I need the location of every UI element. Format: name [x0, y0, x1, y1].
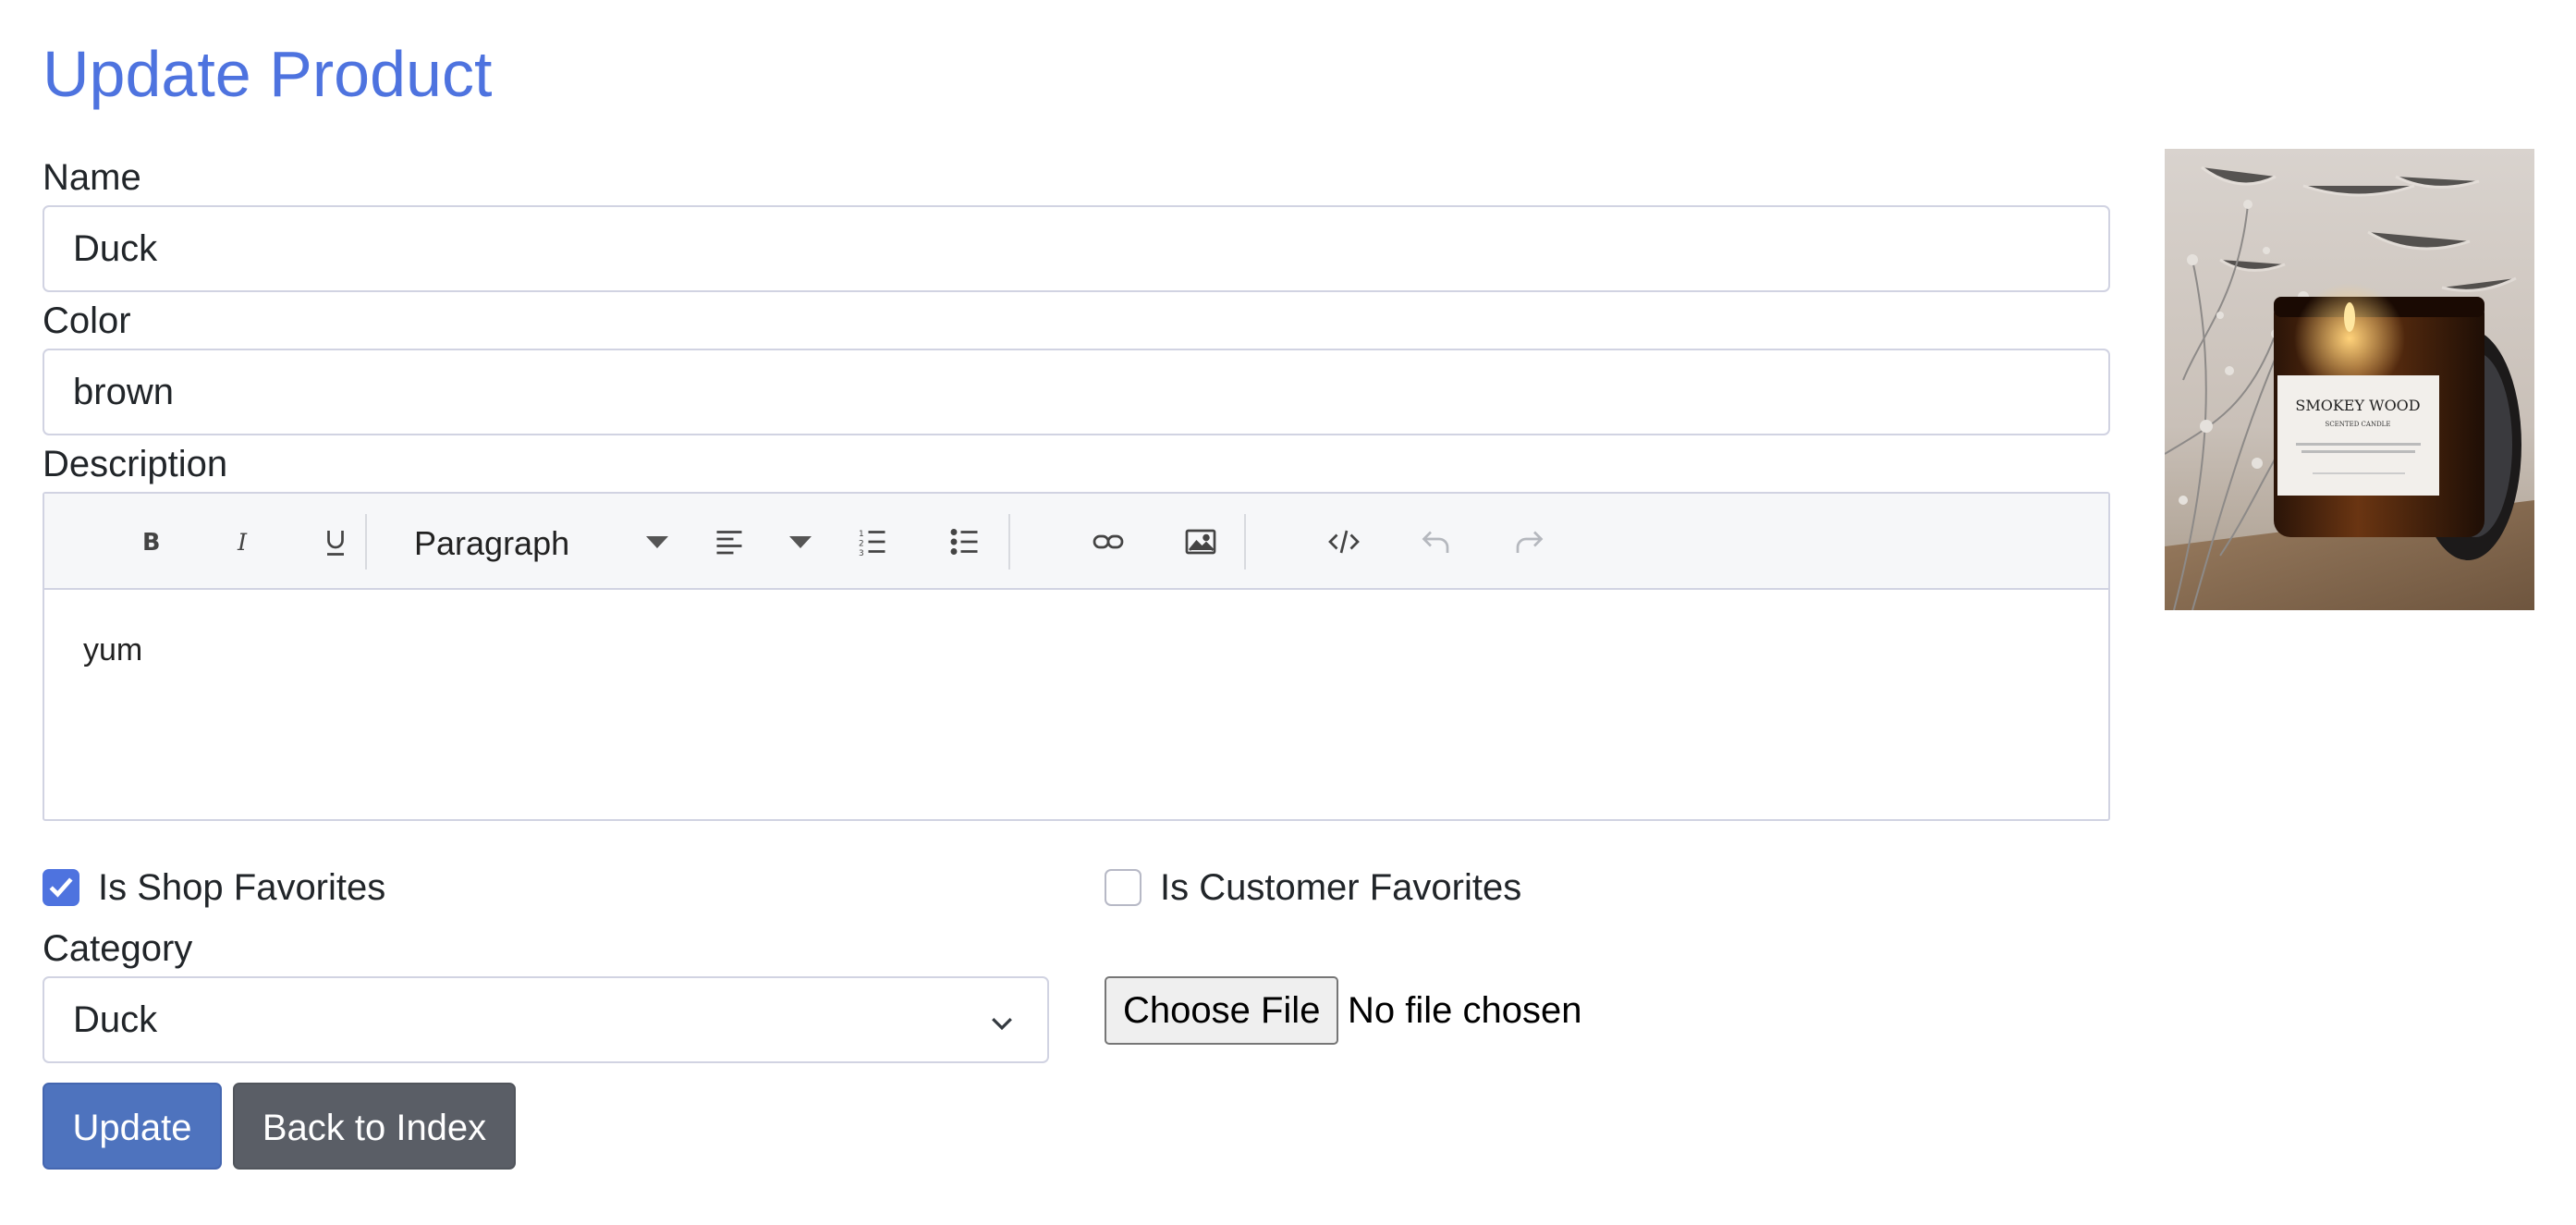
page-title: Update Product: [43, 38, 493, 110]
redo-icon[interactable]: [1501, 514, 1557, 570]
editor-content[interactable]: yum: [83, 632, 142, 668]
name-label: Name: [43, 157, 141, 198]
svg-text:1: 1: [859, 530, 864, 539]
description-editor: B I Paragraph 123 yum: [43, 492, 2110, 821]
category-select[interactable]: Duck: [43, 976, 1049, 1063]
choose-file-button[interactable]: Choose File: [1105, 976, 1339, 1045]
chevron-down-icon: [992, 1017, 1012, 1031]
code-icon[interactable]: [1316, 514, 1372, 570]
block-format-label: Paragraph: [414, 524, 570, 562]
numbered-list-icon[interactable]: 123: [845, 514, 900, 570]
color-label: Color: [43, 300, 131, 341]
block-format-select[interactable]: Paragraph: [414, 516, 569, 571]
back-to-index-button[interactable]: Back to Index: [233, 1083, 516, 1170]
candle-label-title: SMOKEY WOOD: [2295, 397, 2420, 414]
toolbar-separator: [1008, 514, 1010, 570]
description-label: Description: [43, 444, 228, 484]
svg-text:B: B: [142, 529, 160, 557]
product-image: SMOKEY WOOD SCENTED CANDLE: [2165, 149, 2534, 610]
link-icon[interactable]: [1080, 514, 1136, 570]
update-button[interactable]: Update: [43, 1083, 222, 1170]
toolbar-separator: [1244, 514, 1246, 570]
customer-favorites-label[interactable]: Is Customer Favorites: [1160, 865, 1521, 910]
name-input[interactable]: Duck: [43, 205, 2110, 292]
category-label: Category: [43, 928, 193, 969]
bullet-list-icon[interactable]: [937, 514, 993, 570]
svg-text:2: 2: [859, 540, 864, 549]
check-icon: [49, 877, 73, 898]
align-left-icon[interactable]: [702, 514, 757, 570]
shop-favorites-checkbox[interactable]: [43, 869, 79, 906]
svg-text:I: I: [237, 529, 248, 557]
color-input[interactable]: brown: [43, 349, 2110, 435]
category-selected: Duck: [73, 999, 158, 1040]
chevron-down-icon[interactable]: [789, 536, 812, 548]
italic-icon[interactable]: I: [215, 514, 271, 570]
underline-icon[interactable]: [308, 514, 363, 570]
shop-favorites-label[interactable]: Is Shop Favorites: [98, 865, 385, 910]
bold-icon[interactable]: B: [123, 514, 178, 570]
customer-favorites-checkbox[interactable]: [1105, 869, 1141, 906]
toolbar-separator: [365, 514, 367, 570]
chevron-down-icon[interactable]: [646, 536, 668, 548]
svg-text:3: 3: [859, 549, 864, 558]
candle-label-subtitle: SCENTED CANDLE: [2326, 421, 2391, 428]
undo-icon[interactable]: [1409, 514, 1464, 570]
editor-toolbar: B I Paragraph 123: [44, 494, 2108, 590]
file-status: No file chosen: [1348, 990, 1582, 1031]
image-icon[interactable]: [1173, 514, 1228, 570]
